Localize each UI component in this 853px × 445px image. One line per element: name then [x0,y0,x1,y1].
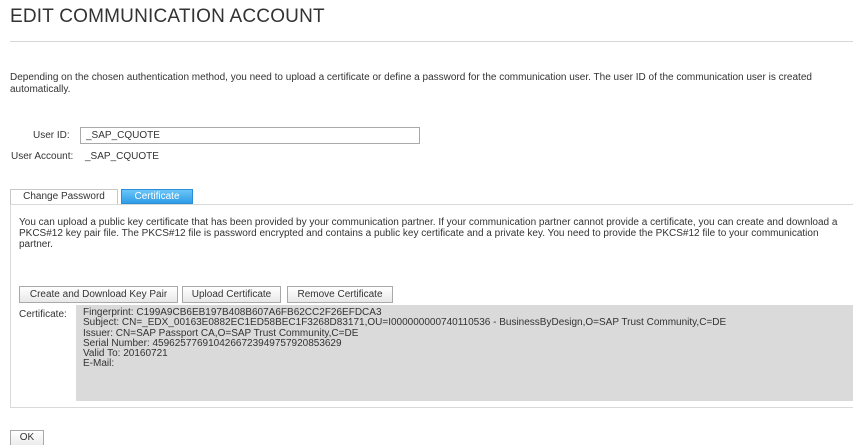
user-id-input[interactable] [80,127,420,144]
tab-change-password[interactable]: Change Password [10,189,118,204]
remove-certificate-button[interactable]: Remove Certificate [287,286,393,303]
certificate-serial-number: Serial Number: 4596257769104266723949757… [83,337,342,349]
certificate-email: E-Mail: [83,358,115,370]
title-divider [10,41,853,42]
upload-certificate-button[interactable]: Upload Certificate [182,286,281,303]
tab-certificate[interactable]: Certificate [121,189,193,204]
user-id-label: User ID: [33,130,70,141]
certificate-details: Fingerprint: C199A9CB6EB197B408B607A6FB6… [76,305,853,401]
user-account-value: _SAP_CQUOTE [85,151,159,162]
certificate-info-text: You can upload a public key certificate … [19,217,838,250]
page-description: Depending on the chosen authentication m… [10,72,812,95]
certificate-label: Certificate: [19,309,67,320]
ok-button[interactable]: OK [10,430,44,445]
user-account-label: User Account: [11,151,74,162]
page-title: EDIT COMMUNICATION ACCOUNT [10,6,325,27]
create-download-key-pair-button[interactable]: Create and Download Key Pair [19,286,178,303]
certificate-valid-to: Valid To: 20160721 [83,348,168,360]
